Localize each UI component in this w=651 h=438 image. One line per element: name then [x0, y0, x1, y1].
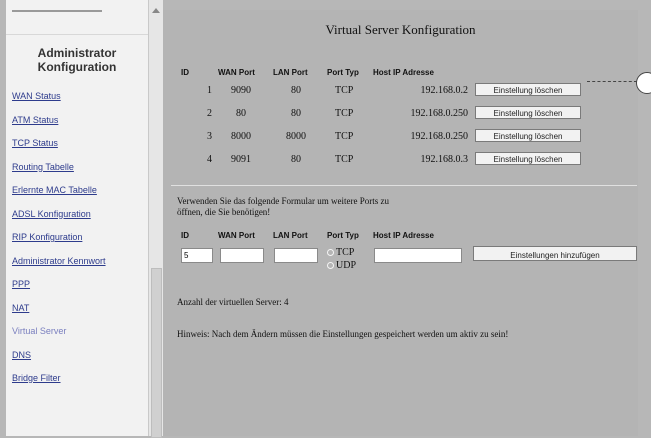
server-count: Anzahl der virtuellen Server: 4	[177, 297, 289, 307]
scroll-up-icon[interactable]	[152, 8, 160, 13]
form-header-wan-port: WAN Port	[218, 231, 255, 240]
host-ip-input[interactable]	[374, 248, 462, 263]
sidebar-item-adsl-konfiguration[interactable]: ADSL Konfiguration	[12, 208, 106, 232]
section-divider	[171, 185, 637, 186]
row-port-typ: TCP	[335, 131, 354, 142]
form-intro-line2: öffnen, die Sie benötigen!	[177, 207, 271, 217]
row-host-ip: 192.168.0.250	[410, 108, 469, 119]
row-host-ip: 192.168.0.3	[420, 154, 469, 165]
row-id: 1	[207, 85, 212, 96]
row-lan-port: 80	[291, 85, 301, 96]
col-header-id: ID	[181, 68, 189, 77]
delete-setting-button[interactable]: Einstellung löschen	[475, 106, 581, 119]
sidebar-item-routing-tabelle[interactable]: Routing Tabelle	[12, 161, 106, 185]
row-host-ip: 192.168.0.2	[420, 85, 469, 96]
lan-port-input[interactable]	[274, 248, 318, 263]
radio-tcp[interactable]: TCP	[327, 247, 354, 258]
sidebar-item-virtual-server[interactable]: Virtual Server	[12, 325, 106, 349]
callout-circle-icon	[636, 72, 651, 94]
sidebar-item-wan-status[interactable]: WAN Status	[12, 90, 106, 114]
main-panel: Virtual Server Konfiguration ID WAN Port…	[163, 10, 638, 436]
sidebar-title-line1: Administrator	[37, 46, 117, 60]
sidebar: Administrator Konfiguration WAN Status A…	[6, 0, 148, 436]
sidebar-item-mac-tabelle[interactable]: Erlernte MAC Tabelle	[12, 184, 106, 208]
row-id: 2	[207, 108, 212, 119]
row-id: 3	[207, 131, 212, 142]
sidebar-item-ppp[interactable]: PPP	[12, 278, 106, 302]
col-header-host-ip: Host IP Adresse	[373, 68, 434, 77]
row-wan-port: 9091	[231, 154, 251, 165]
row-port-typ: TCP	[335, 154, 354, 165]
row-lan-port: 80	[291, 154, 301, 165]
form-header-lan-port: LAN Port	[273, 231, 308, 240]
delete-setting-button[interactable]: Einstellung löschen	[475, 152, 581, 165]
sidebar-menu: WAN Status ATM Status TCP Status Routing…	[12, 90, 106, 396]
add-settings-button[interactable]: Einstellungen hinzufügen	[473, 246, 637, 261]
sidebar-title-line2: Konfiguration	[37, 60, 117, 74]
sidebar-item-dns[interactable]: DNS	[12, 349, 106, 373]
table-row: 1 9090 80 TCP 192.168.0.2 Einstellung lö…	[163, 81, 638, 101]
radio-udp-icon[interactable]	[327, 262, 334, 270]
row-port-typ: TCP	[335, 85, 354, 96]
sidebar-top-divider	[12, 0, 102, 12]
sidebar-item-nat[interactable]: NAT	[12, 302, 106, 326]
delete-setting-button[interactable]: Einstellung löschen	[475, 129, 581, 142]
radio-tcp-icon[interactable]	[327, 249, 334, 257]
col-header-lan-port: LAN Port	[273, 68, 308, 77]
page-title: Virtual Server Konfiguration	[325, 22, 476, 37]
sidebar-item-tcp-status[interactable]: TCP Status	[12, 137, 106, 161]
row-wan-port: 9090	[231, 85, 251, 96]
callout-line	[587, 81, 637, 82]
col-header-port-typ: Port Typ	[327, 68, 359, 77]
row-wan-port: 8000	[231, 131, 251, 142]
radio-tcp-label: TCP	[336, 247, 355, 258]
hint-text: Hinweis: Nach dem Ändern müssen die Eins…	[177, 329, 509, 339]
table-row: 3 8000 8000 TCP 192.168.0.250 Einstellun…	[163, 127, 638, 147]
form-intro-line1: Verwenden Sie das folgende Formular um w…	[177, 196, 389, 206]
form-intro: Verwenden Sie das folgende Formular um w…	[177, 196, 477, 218]
sidebar-divider	[6, 34, 148, 35]
row-host-ip: 192.168.0.250	[410, 131, 469, 142]
radio-udp[interactable]: UDP	[327, 260, 356, 271]
sidebar-item-rip-konfiguration[interactable]: RIP Konfiguration	[12, 231, 106, 255]
form-header-id: ID	[181, 231, 189, 240]
row-lan-port: 80	[291, 108, 301, 119]
table-row: 4 9091 80 TCP 192.168.0.3 Einstellung lö…	[163, 150, 638, 170]
delete-setting-button[interactable]: Einstellung löschen	[475, 83, 581, 96]
col-header-wan-port: WAN Port	[218, 68, 255, 77]
id-input[interactable]: 5	[181, 248, 213, 263]
sidebar-item-atm-status[interactable]: ATM Status	[12, 114, 106, 138]
radio-udp-label: UDP	[336, 260, 357, 271]
row-lan-port: 8000	[286, 131, 306, 142]
row-port-typ: TCP	[335, 108, 354, 119]
scrollbar-thumb[interactable]	[151, 268, 162, 438]
wan-port-input[interactable]	[220, 248, 264, 263]
form-header-port-typ: Port Typ	[327, 231, 359, 240]
sidebar-scrollbar[interactable]	[148, 0, 163, 438]
form-header-host-ip: Host IP Adresse	[373, 231, 434, 240]
row-wan-port: 80	[236, 108, 246, 119]
sidebar-item-bridge-filter[interactable]: Bridge Filter	[12, 372, 106, 396]
table-row: 2 80 80 TCP 192.168.0.250 Einstellung lö…	[163, 104, 638, 124]
sidebar-item-administrator-kennwort[interactable]: Administrator Kennwort	[12, 255, 106, 279]
row-id: 4	[207, 154, 212, 165]
sidebar-title: Administrator Konfiguration	[6, 46, 148, 74]
